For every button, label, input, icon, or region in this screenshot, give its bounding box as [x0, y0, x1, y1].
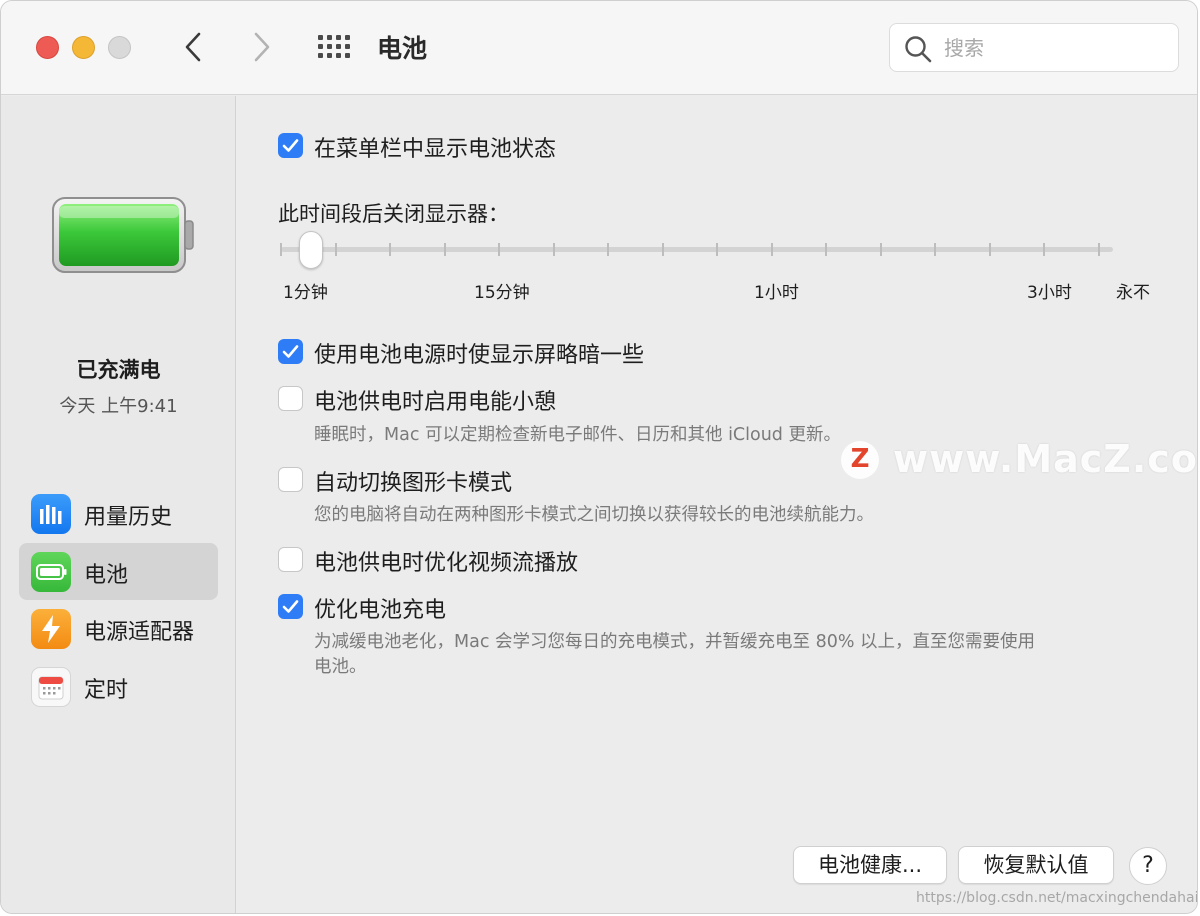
- optimize-charging-description-line1: 为减缓电池老化，Mac 会学习您每日的充电模式，并暂缓充电至 80% 以上，直至…: [314, 632, 1036, 652]
- back-button[interactable]: [179, 29, 209, 65]
- sidebar-item-battery[interactable]: 电池: [19, 543, 218, 600]
- slider-label-1hour: 1小时: [754, 283, 799, 303]
- slider-tick: [770, 243, 773, 256]
- power-nap-description: 睡眠时，Mac 可以定期检查新电子邮件、日历和其他 iCloud 更新。: [314, 425, 841, 445]
- lightning-icon: [31, 609, 71, 649]
- bar-chart-icon: [31, 494, 71, 534]
- auto-graphics-switching-description: 您的电脑将自动在两种图形卡模式之间切换以获得较长的电池续航能力。: [314, 505, 874, 525]
- power-nap-label: 电池供电时启用电能小憩: [314, 390, 557, 415]
- display-off-slider-title: 此时间段后关闭显示器：: [278, 202, 509, 226]
- auto-graphics-switching-label: 自动切换图形卡模式: [314, 471, 513, 496]
- slider-tick: [334, 243, 337, 256]
- minimize-window-button[interactable]: [72, 36, 95, 59]
- slider-tick: [498, 243, 500, 256]
- chevron-right-icon: [254, 32, 270, 62]
- slider-tick: [879, 243, 882, 256]
- sidebar-item-label: 电源适配器: [84, 620, 195, 645]
- grid-icon: [318, 35, 350, 58]
- slider-tick: [661, 243, 664, 256]
- slider-label-3hours: 3小时: [1027, 283, 1072, 303]
- slider-tick: [280, 243, 282, 256]
- checkmark-icon: [282, 139, 299, 152]
- slider-tick: [1043, 243, 1045, 256]
- slider-tick: [934, 243, 936, 256]
- slider-tick: [443, 243, 446, 256]
- sidebar-item-label: 电池: [84, 563, 129, 588]
- sidebar: 已充满电 今天 上午9:41 用量历史 电池 电源适配器 定时: [1, 96, 236, 913]
- optimize-video-label: 电池供电时优化视频流播放: [314, 551, 579, 576]
- calendar-icon: [31, 667, 71, 707]
- battery-full-icon: [52, 197, 194, 273]
- chevron-left-icon: [185, 32, 201, 62]
- slider-tick: [716, 243, 718, 256]
- window-title: 电池: [377, 34, 428, 63]
- search-input[interactable]: [944, 32, 1164, 64]
- display-off-slider-thumb[interactable]: [299, 231, 323, 269]
- search-icon: [905, 36, 932, 63]
- close-window-button[interactable]: [36, 36, 59, 59]
- show-in-menubar-checkbox[interactable]: [278, 133, 303, 158]
- zoom-window-button[interactable]: [108, 36, 131, 59]
- slider-tick: [389, 243, 391, 256]
- slider-label-1min: 1分钟: [283, 283, 328, 303]
- slider-tick: [607, 243, 609, 256]
- checkmark-icon: [282, 345, 299, 358]
- optimize-charging-label: 优化电池充电: [314, 598, 447, 623]
- dim-display-checkbox[interactable]: [278, 339, 303, 364]
- dim-display-label: 使用电池电源时使显示屏略暗一些: [314, 343, 645, 368]
- help-button[interactable]: ?: [1129, 847, 1167, 885]
- slider-label-never: 永不: [1116, 283, 1150, 303]
- sidebar-item-power-adapter[interactable]: 电源适配器: [19, 600, 218, 657]
- power-nap-checkbox[interactable]: [278, 386, 303, 411]
- sidebar-item-usage-history[interactable]: 用量历史: [19, 485, 218, 542]
- sidebar-item-schedule[interactable]: 定时: [19, 658, 218, 715]
- slider-tick: [1097, 243, 1100, 256]
- checkmark-icon: [282, 600, 299, 613]
- battery-icon: [31, 552, 71, 592]
- title-bar: 电池: [1, 1, 1197, 95]
- battery-status-time: 今天 上午9:41: [59, 396, 178, 417]
- system-preferences-window: 电池 已充满电 今天 上午9:41: [0, 0, 1198, 914]
- slider-tick: [552, 243, 555, 256]
- sidebar-item-label: 用量历史: [84, 505, 173, 530]
- optimize-charging-description-line2: 电池。: [314, 657, 367, 677]
- watermark-text: www.MacZ.com: [893, 437, 1198, 481]
- search-field[interactable]: [889, 23, 1179, 72]
- show-all-button[interactable]: [317, 34, 351, 60]
- optimize-video-checkbox[interactable]: [278, 547, 303, 572]
- watermark-logo: Z: [841, 441, 879, 479]
- slider-tick: [825, 243, 827, 256]
- forward-button[interactable]: [246, 29, 276, 65]
- restore-defaults-button[interactable]: 恢复默认值: [958, 846, 1114, 884]
- auto-graphics-switching-checkbox[interactable]: [278, 467, 303, 492]
- slider-label-15min: 15分钟: [474, 283, 530, 303]
- slider-tick: [988, 243, 991, 256]
- battery-settings-pane: 在菜单栏中显示电池状态 此时间段后关闭显示器： 1分钟 15分钟 1小时 3小时…: [237, 96, 1197, 913]
- battery-status: 已充满电: [76, 358, 161, 382]
- battery-health-button[interactable]: 电池健康...: [793, 846, 947, 884]
- show-in-menubar-label: 在菜单栏中显示电池状态: [314, 137, 557, 162]
- optimize-charging-checkbox[interactable]: [278, 594, 303, 619]
- watermark-url: https://blog.csdn.net/macxingchendahai: [916, 890, 1198, 906]
- sidebar-item-label: 定时: [84, 678, 129, 703]
